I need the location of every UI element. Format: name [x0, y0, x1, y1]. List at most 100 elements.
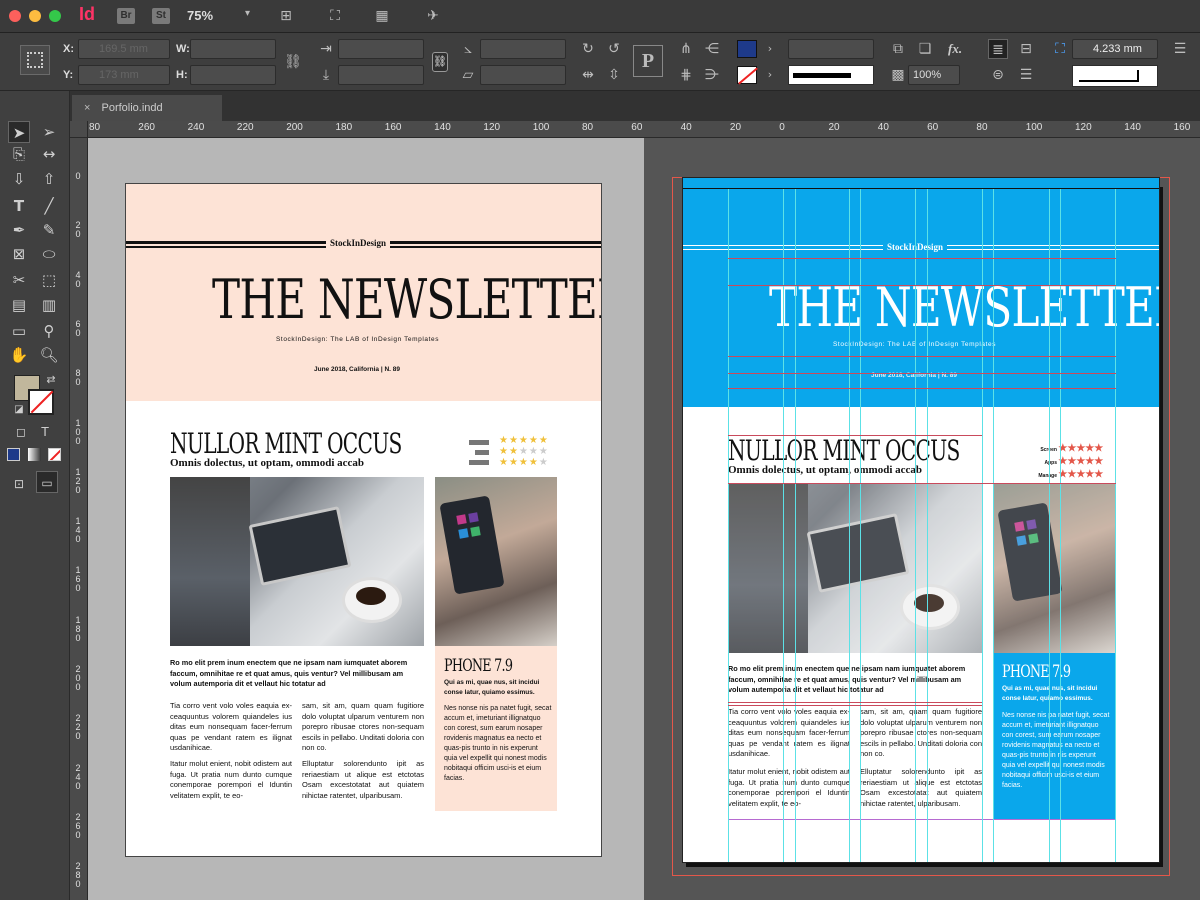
- scissors-tool-icon[interactable]: ✂: [8, 269, 30, 291]
- line-tool-icon[interactable]: ╱: [38, 195, 60, 217]
- apply-none-icon[interactable]: [48, 448, 61, 461]
- zoom-window-button[interactable]: [49, 10, 61, 22]
- phone-photo[interactable]: [435, 477, 557, 646]
- y-position-field[interactable]: 173 mm: [78, 65, 170, 85]
- document-tab[interactable]: × Porfolio.indd: [72, 95, 222, 121]
- stock-button[interactable]: St: [152, 8, 170, 24]
- page-peach[interactable]: StockInDesign THE NEWSLETTER StockInDesi…: [125, 183, 602, 857]
- gradient-feather-tool-icon[interactable]: ▥: [38, 294, 60, 316]
- fill-swatch[interactable]: [737, 40, 757, 58]
- stroke-align-icon[interactable]: ⛶: [1050, 39, 1070, 59]
- ellipse-tool-icon[interactable]: ⬭: [38, 243, 60, 265]
- select-next-icon[interactable]: ⋺: [702, 65, 722, 85]
- ruler-origin[interactable]: [70, 121, 88, 138]
- zoom-dropdown-chevron-icon[interactable]: ▾: [245, 8, 250, 19]
- stroke-weight-field[interactable]: [788, 39, 874, 59]
- frame-fitting-icon[interactable]: ⧉: [888, 39, 908, 59]
- zoom-tool-icon[interactable]: 🔍︎: [38, 344, 60, 366]
- path-direction-icon[interactable]: P: [633, 45, 663, 77]
- select-content-icon[interactable]: ⋕: [676, 65, 696, 85]
- note-tool-icon[interactable]: ▭: [8, 320, 30, 342]
- scale-y-icon[interactable]: ⤓: [316, 65, 336, 85]
- tablet-photo[interactable]: [170, 477, 424, 646]
- formatting-text-icon[interactable]: T: [34, 421, 56, 443]
- corner-shape-select[interactable]: [1072, 65, 1158, 87]
- x-position-field[interactable]: 169.5 mm: [78, 39, 170, 59]
- rectangle-frame-tool-icon[interactable]: ⊠: [8, 243, 30, 265]
- rotate-ccw-icon[interactable]: ↺: [604, 39, 624, 59]
- gap-tool-icon[interactable]: ↔: [38, 143, 60, 165]
- rotate-cw-icon[interactable]: ↻: [578, 39, 598, 59]
- selection-tool-icon[interactable]: ➤: [8, 121, 30, 143]
- fill-menu-chevron-icon[interactable]: ›: [760, 39, 780, 59]
- free-transform-tool-icon[interactable]: ⬚: [38, 269, 60, 291]
- stroke-type-select[interactable]: [788, 65, 874, 85]
- flip-horizontal-icon[interactable]: ⇹: [578, 65, 598, 85]
- phone-photo-blue[interactable]: [993, 484, 1115, 653]
- eyedropper-tool-icon[interactable]: ⚲: [38, 320, 60, 342]
- text-wrap-none-icon[interactable]: ≣: [988, 39, 1008, 59]
- constrain-proportions-icon[interactable]: ⛓: [283, 52, 303, 72]
- swap-fill-stroke-icon[interactable]: ⇄: [40, 369, 62, 391]
- opacity-icon[interactable]: ▩: [888, 65, 908, 85]
- flip-vertical-icon[interactable]: ⇳: [604, 65, 624, 85]
- screen-mode-toggle-icon[interactable]: ▭: [36, 471, 58, 493]
- panel-menu-icon[interactable]: ☰: [1170, 39, 1190, 59]
- height-field[interactable]: [190, 65, 276, 85]
- tablet-photo-blue[interactable]: [728, 484, 982, 653]
- apply-color-icon[interactable]: [7, 448, 20, 461]
- stroke-swatch[interactable]: [737, 66, 758, 85]
- link-scale-icon[interactable]: ⛓: [432, 52, 448, 72]
- arrange-documents-icon[interactable]: ▦: [372, 6, 392, 26]
- article-subhead: Omnis dolectus, ut optam, ommodi accab: [170, 457, 365, 469]
- close-tab-icon[interactable]: ×: [84, 102, 90, 114]
- publish-online-icon[interactable]: ✈: [423, 6, 443, 26]
- width-field[interactable]: [190, 39, 276, 59]
- content-placer-icon[interactable]: ⇧: [38, 168, 60, 190]
- shear-angle-icon[interactable]: ▱: [458, 65, 478, 85]
- newsletter-title: THE NEWSLETTER: [212, 268, 602, 331]
- scale-y-field[interactable]: [338, 65, 424, 85]
- page-blue[interactable]: StockInDesign THE NEWSLETTER StockInDesi…: [682, 177, 1160, 863]
- text-wrap-shape-icon[interactable]: ⊜: [988, 65, 1008, 85]
- pen-tool-icon[interactable]: ✒: [8, 219, 30, 241]
- ruler-tick-label: 160: [384, 122, 402, 133]
- opacity-field[interactable]: 100%: [908, 65, 960, 85]
- view-options-icon[interactable]: ⊞: [276, 6, 296, 26]
- text-wrap-jump-icon[interactable]: ☰: [1016, 65, 1036, 85]
- stroke-width-field[interactable]: 4.233 mm: [1072, 39, 1158, 59]
- zoom-level[interactable]: 75%: [187, 8, 213, 23]
- ruler-tick-label: 2 2 0: [75, 713, 81, 742]
- scale-x-icon[interactable]: ⇥: [316, 39, 336, 59]
- formatting-container-icon[interactable]: ◻: [10, 421, 32, 443]
- rotation-angle-field[interactable]: [480, 39, 566, 59]
- direct-selection-tool-icon[interactable]: ➢: [38, 121, 60, 143]
- select-previous-icon[interactable]: ⋲: [702, 39, 722, 59]
- content-collector-icon[interactable]: ⇩: [8, 168, 30, 190]
- page-tool-icon[interactable]: ⎘: [8, 143, 30, 165]
- stroke-color-swatch[interactable]: [28, 389, 54, 415]
- stroke-menu-chevron-icon[interactable]: ›: [760, 65, 780, 85]
- effects-button[interactable]: fx.: [948, 41, 962, 57]
- shear-angle-field[interactable]: [480, 65, 566, 85]
- gradient-swatch-tool-icon[interactable]: ▤: [8, 294, 30, 316]
- bridge-button[interactable]: Br: [117, 8, 135, 24]
- pencil-tool-icon[interactable]: ✎: [38, 219, 60, 241]
- screen-mode-icon[interactable]: ⛶: [325, 6, 345, 26]
- normal-view-icon[interactable]: ⊡: [8, 473, 30, 495]
- apply-gradient-icon[interactable]: [28, 448, 41, 461]
- type-tool-icon[interactable]: T: [8, 195, 30, 217]
- reference-point-icon[interactable]: [20, 45, 50, 75]
- ruler-tick-label: 100: [1025, 122, 1043, 133]
- col1-paragraph-2-blue: Itatur molut enient, nobit odistem aut f…: [728, 767, 850, 808]
- scale-x-field[interactable]: [338, 39, 424, 59]
- minimize-window-button[interactable]: [29, 10, 41, 22]
- rotation-angle-icon[interactable]: ⦣: [458, 39, 478, 59]
- hand-tool-icon[interactable]: ✋: [8, 344, 30, 366]
- text-wrap-box-icon[interactable]: ⊟: [1016, 39, 1036, 59]
- close-window-button[interactable]: [9, 10, 21, 22]
- sidebar-body-blue: Nes nonse nis pa natet fugit, secat accu…: [1002, 712, 1110, 789]
- select-container-icon[interactable]: ⋔: [676, 39, 696, 59]
- drop-shadow-icon[interactable]: ❏: [915, 39, 935, 59]
- default-fill-stroke-icon[interactable]: ◪: [8, 399, 30, 421]
